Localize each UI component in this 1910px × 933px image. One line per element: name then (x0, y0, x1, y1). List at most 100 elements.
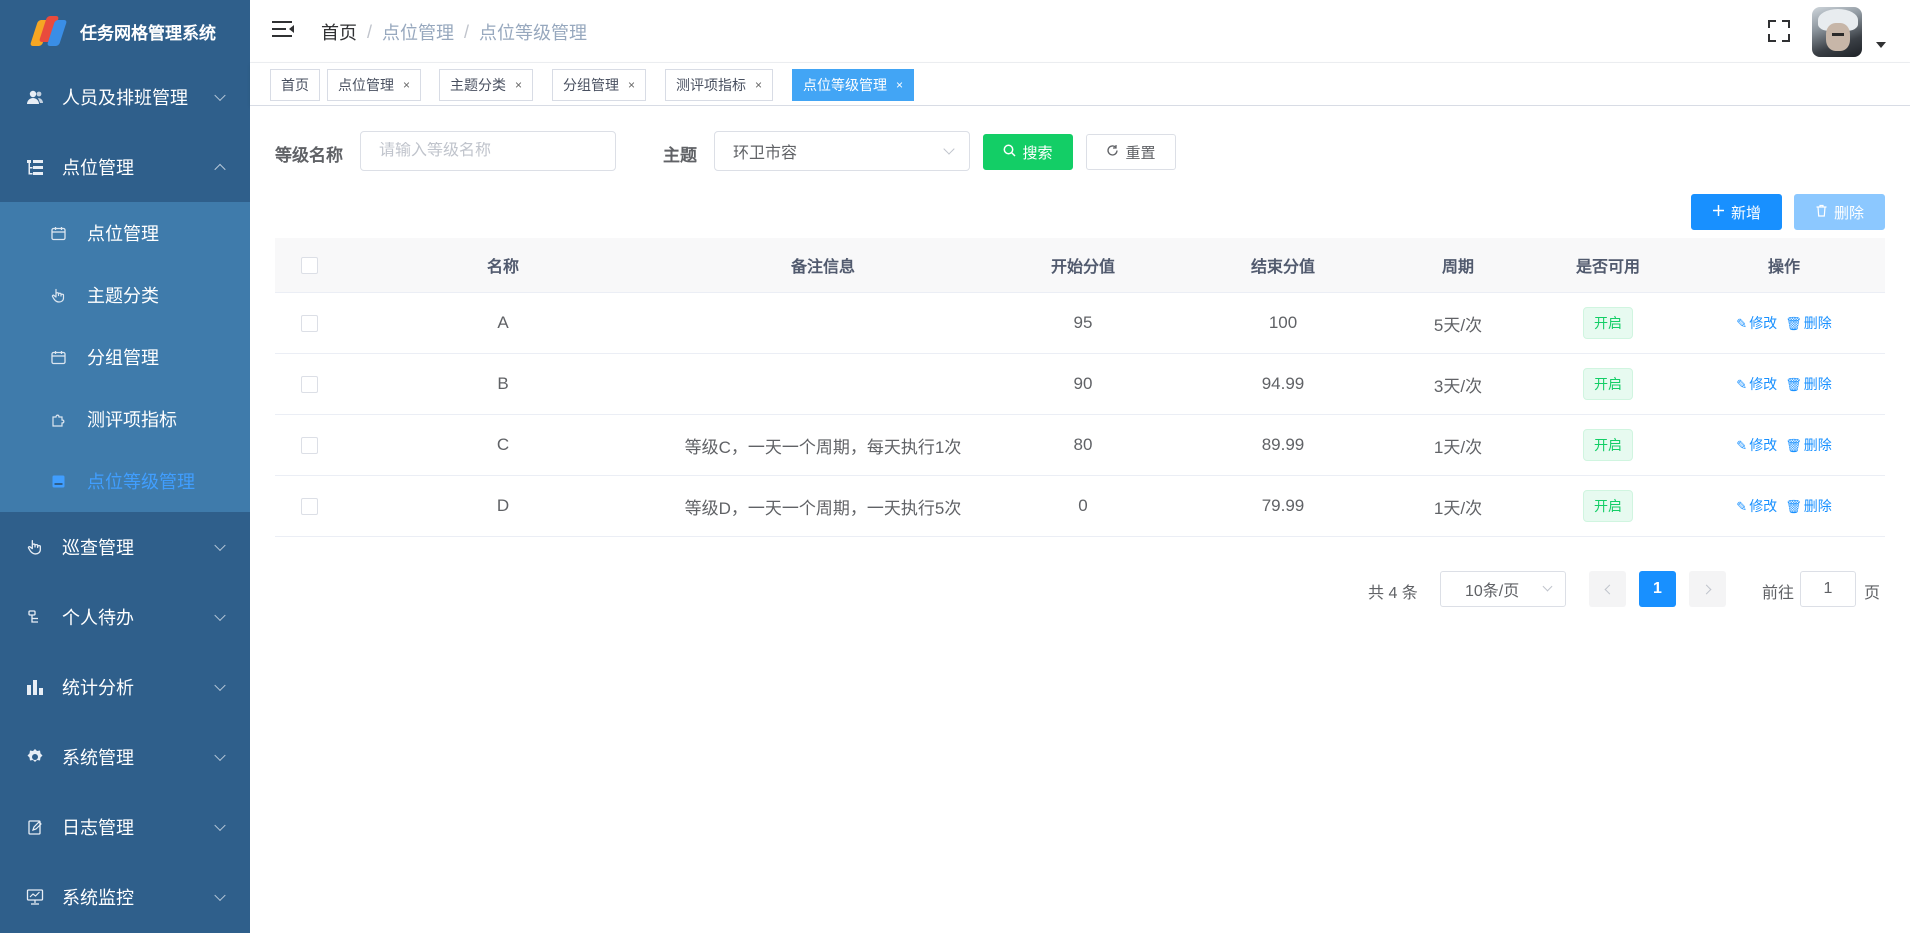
sidebar-item-logs[interactable]: 日志管理 (0, 792, 250, 862)
close-icon[interactable]: × (403, 78, 410, 92)
page-number-button[interactable]: 1 (1639, 571, 1676, 607)
todo-icon (24, 606, 46, 628)
tag-points[interactable]: 点位管理 × (327, 69, 422, 101)
tag-home[interactable]: 首页 (270, 69, 320, 101)
chevron-down-icon (1542, 581, 1553, 592)
tag-indicators[interactable]: 测评项指标 × (665, 69, 774, 101)
edit-button[interactable]: ✎ 修改 (1736, 496, 1777, 516)
status-badge: 开启 (1583, 429, 1633, 461)
column-header: 周期 (1441, 259, 1474, 276)
prev-page-button[interactable] (1589, 571, 1626, 607)
cell-status: 开启 (1533, 490, 1683, 522)
level-name-field[interactable] (360, 131, 616, 171)
edit-button-label: 修改 (1749, 376, 1778, 392)
chevron-down-icon (214, 539, 226, 552)
select-all-checkbox[interactable] (300, 256, 318, 274)
theme-select-value: 环卫市容 (733, 145, 798, 162)
level-name-input[interactable] (379, 142, 615, 160)
gear-icon (24, 746, 46, 768)
trash-icon: 🗑 (1785, 377, 1802, 392)
tag-levels[interactable]: 点位等级管理 × (792, 69, 915, 101)
sidebar-item-label: 统计分析 (62, 678, 134, 698)
edit-button[interactable]: ✎ 修改 (1736, 313, 1777, 333)
sidebar-item-points[interactable]: 点位管理 (0, 132, 250, 202)
goto-page-input[interactable] (1800, 571, 1856, 607)
sidebar-item-system[interactable]: 系统管理 (0, 722, 250, 792)
page-suffix-label: 页 (1864, 585, 1881, 602)
calendar-icon (50, 349, 66, 365)
tree-icon (24, 156, 46, 178)
delete-button-label: 删除 (1803, 376, 1832, 392)
add-button[interactable]: 新增 (1691, 194, 1782, 230)
delete-button[interactable]: 🗑 删除 (1785, 313, 1832, 333)
edit-icon: ✎ (1736, 438, 1748, 453)
sidebar-item-statistics[interactable]: 统计分析 (0, 652, 250, 722)
sidebar-subitem-levels[interactable]: 点位等级管理 (0, 450, 250, 512)
breadcrumb-item-home[interactable]: 首页 (321, 19, 357, 45)
header-checkbox-cell (275, 256, 343, 274)
cell-remark: 等级D，一天一个周期，一天执行5次 (684, 498, 962, 518)
cell-start-score: 90 (1073, 374, 1093, 393)
sidebar-subitem-points[interactable]: 点位管理 (0, 202, 250, 264)
page-size-select[interactable]: 10条/页 (1440, 571, 1566, 607)
edit-button[interactable]: ✎ 修改 (1736, 374, 1777, 394)
chevron-down-icon (214, 89, 226, 102)
sidebar-item-label: 系统监控 (62, 888, 134, 908)
table-row: B 90 94.99 3天/次 开启 ✎ 修改 🗑 删除 (275, 354, 1885, 415)
row-checkbox[interactable] (300, 314, 318, 332)
edit-button-label: 修改 (1749, 498, 1778, 514)
avatar[interactable] (1812, 7, 1862, 57)
sidebar-subitem-groups[interactable]: 分组管理 (0, 326, 250, 388)
cell-start-score: 80 (1073, 435, 1093, 454)
row-checkbox[interactable] (300, 497, 318, 515)
table-header: 名称 备注信息 开始分值 结束分值 周期 是否可用 操作 (275, 238, 1885, 293)
close-icon[interactable]: × (896, 78, 903, 92)
delete-button[interactable]: 🗑 删除 (1785, 496, 1832, 516)
breadcrumb-item-current: 点位等级管理 (479, 23, 588, 43)
breadcrumb: 首页 / 点位管理 / 点位等级管理 (321, 19, 587, 45)
sidebar-subitem-indicators[interactable]: 测评项指标 (0, 388, 250, 450)
sidebar-item-todo[interactable]: 个人待办 (0, 582, 250, 652)
chevron-left-icon (1604, 584, 1614, 594)
tag-themes[interactable]: 主题分类 × (439, 69, 534, 101)
trash-icon: 🗑 (1785, 438, 1802, 453)
sidebar-item-personnel[interactable]: 人员及排班管理 (0, 62, 250, 132)
delete-button[interactable]: 🗑 删除 (1785, 435, 1832, 455)
row-checkbox[interactable] (300, 375, 318, 393)
sidebar-item-patrol[interactable]: 巡查管理 (0, 512, 250, 582)
app-title: 任务网格管理系统 (80, 23, 216, 43)
chevron-down-icon (214, 889, 226, 902)
status-badge: 开启 (1583, 307, 1633, 339)
next-page-button[interactable] (1689, 571, 1726, 607)
caret-down-icon[interactable] (1876, 42, 1886, 48)
sidebar-subitem-themes[interactable]: 主题分类 (0, 264, 250, 326)
delete-button[interactable]: 🗑 删除 (1785, 374, 1832, 394)
batch-delete-button[interactable]: 删除 (1794, 194, 1885, 230)
cell-start-score: 95 (1073, 313, 1093, 332)
edit-button-label: 修改 (1749, 315, 1778, 331)
cell-status: 开启 (1533, 307, 1683, 339)
fullscreen-icon[interactable] (1768, 20, 1790, 42)
chevron-down-icon (214, 819, 226, 832)
close-icon[interactable]: × (755, 78, 762, 92)
sidebar-item-label: 日志管理 (62, 818, 134, 838)
row-checkbox[interactable] (300, 436, 318, 454)
top-navbar: 首页 / 点位管理 / 点位等级管理 (250, 0, 1910, 63)
reset-button[interactable]: 重置 (1086, 134, 1176, 170)
theme-select[interactable]: 环卫市容 (714, 131, 970, 171)
column-header: 名称 (486, 259, 519, 276)
edit-button[interactable]: ✎ 修改 (1736, 435, 1777, 455)
cell-actions: ✎ 修改 🗑 删除 (1683, 374, 1885, 394)
app-logo: 任务网格管理系统 (0, 0, 250, 62)
hamburger-icon[interactable] (272, 20, 294, 38)
sidebar-item-monitor[interactable]: 系统监控 (0, 862, 250, 932)
close-icon[interactable]: × (515, 78, 522, 92)
close-icon[interactable]: × (628, 78, 635, 92)
sidebar-subitem-label: 点位管理 (87, 224, 159, 244)
tag-groups[interactable]: 分组管理 × (552, 69, 647, 101)
cell-end-score: 79.99 (1261, 496, 1305, 515)
trash-icon (1815, 204, 1828, 220)
breadcrumb-separator: / (464, 21, 470, 42)
search-button[interactable]: 搜索 (983, 134, 1073, 170)
user-icon (24, 86, 46, 108)
